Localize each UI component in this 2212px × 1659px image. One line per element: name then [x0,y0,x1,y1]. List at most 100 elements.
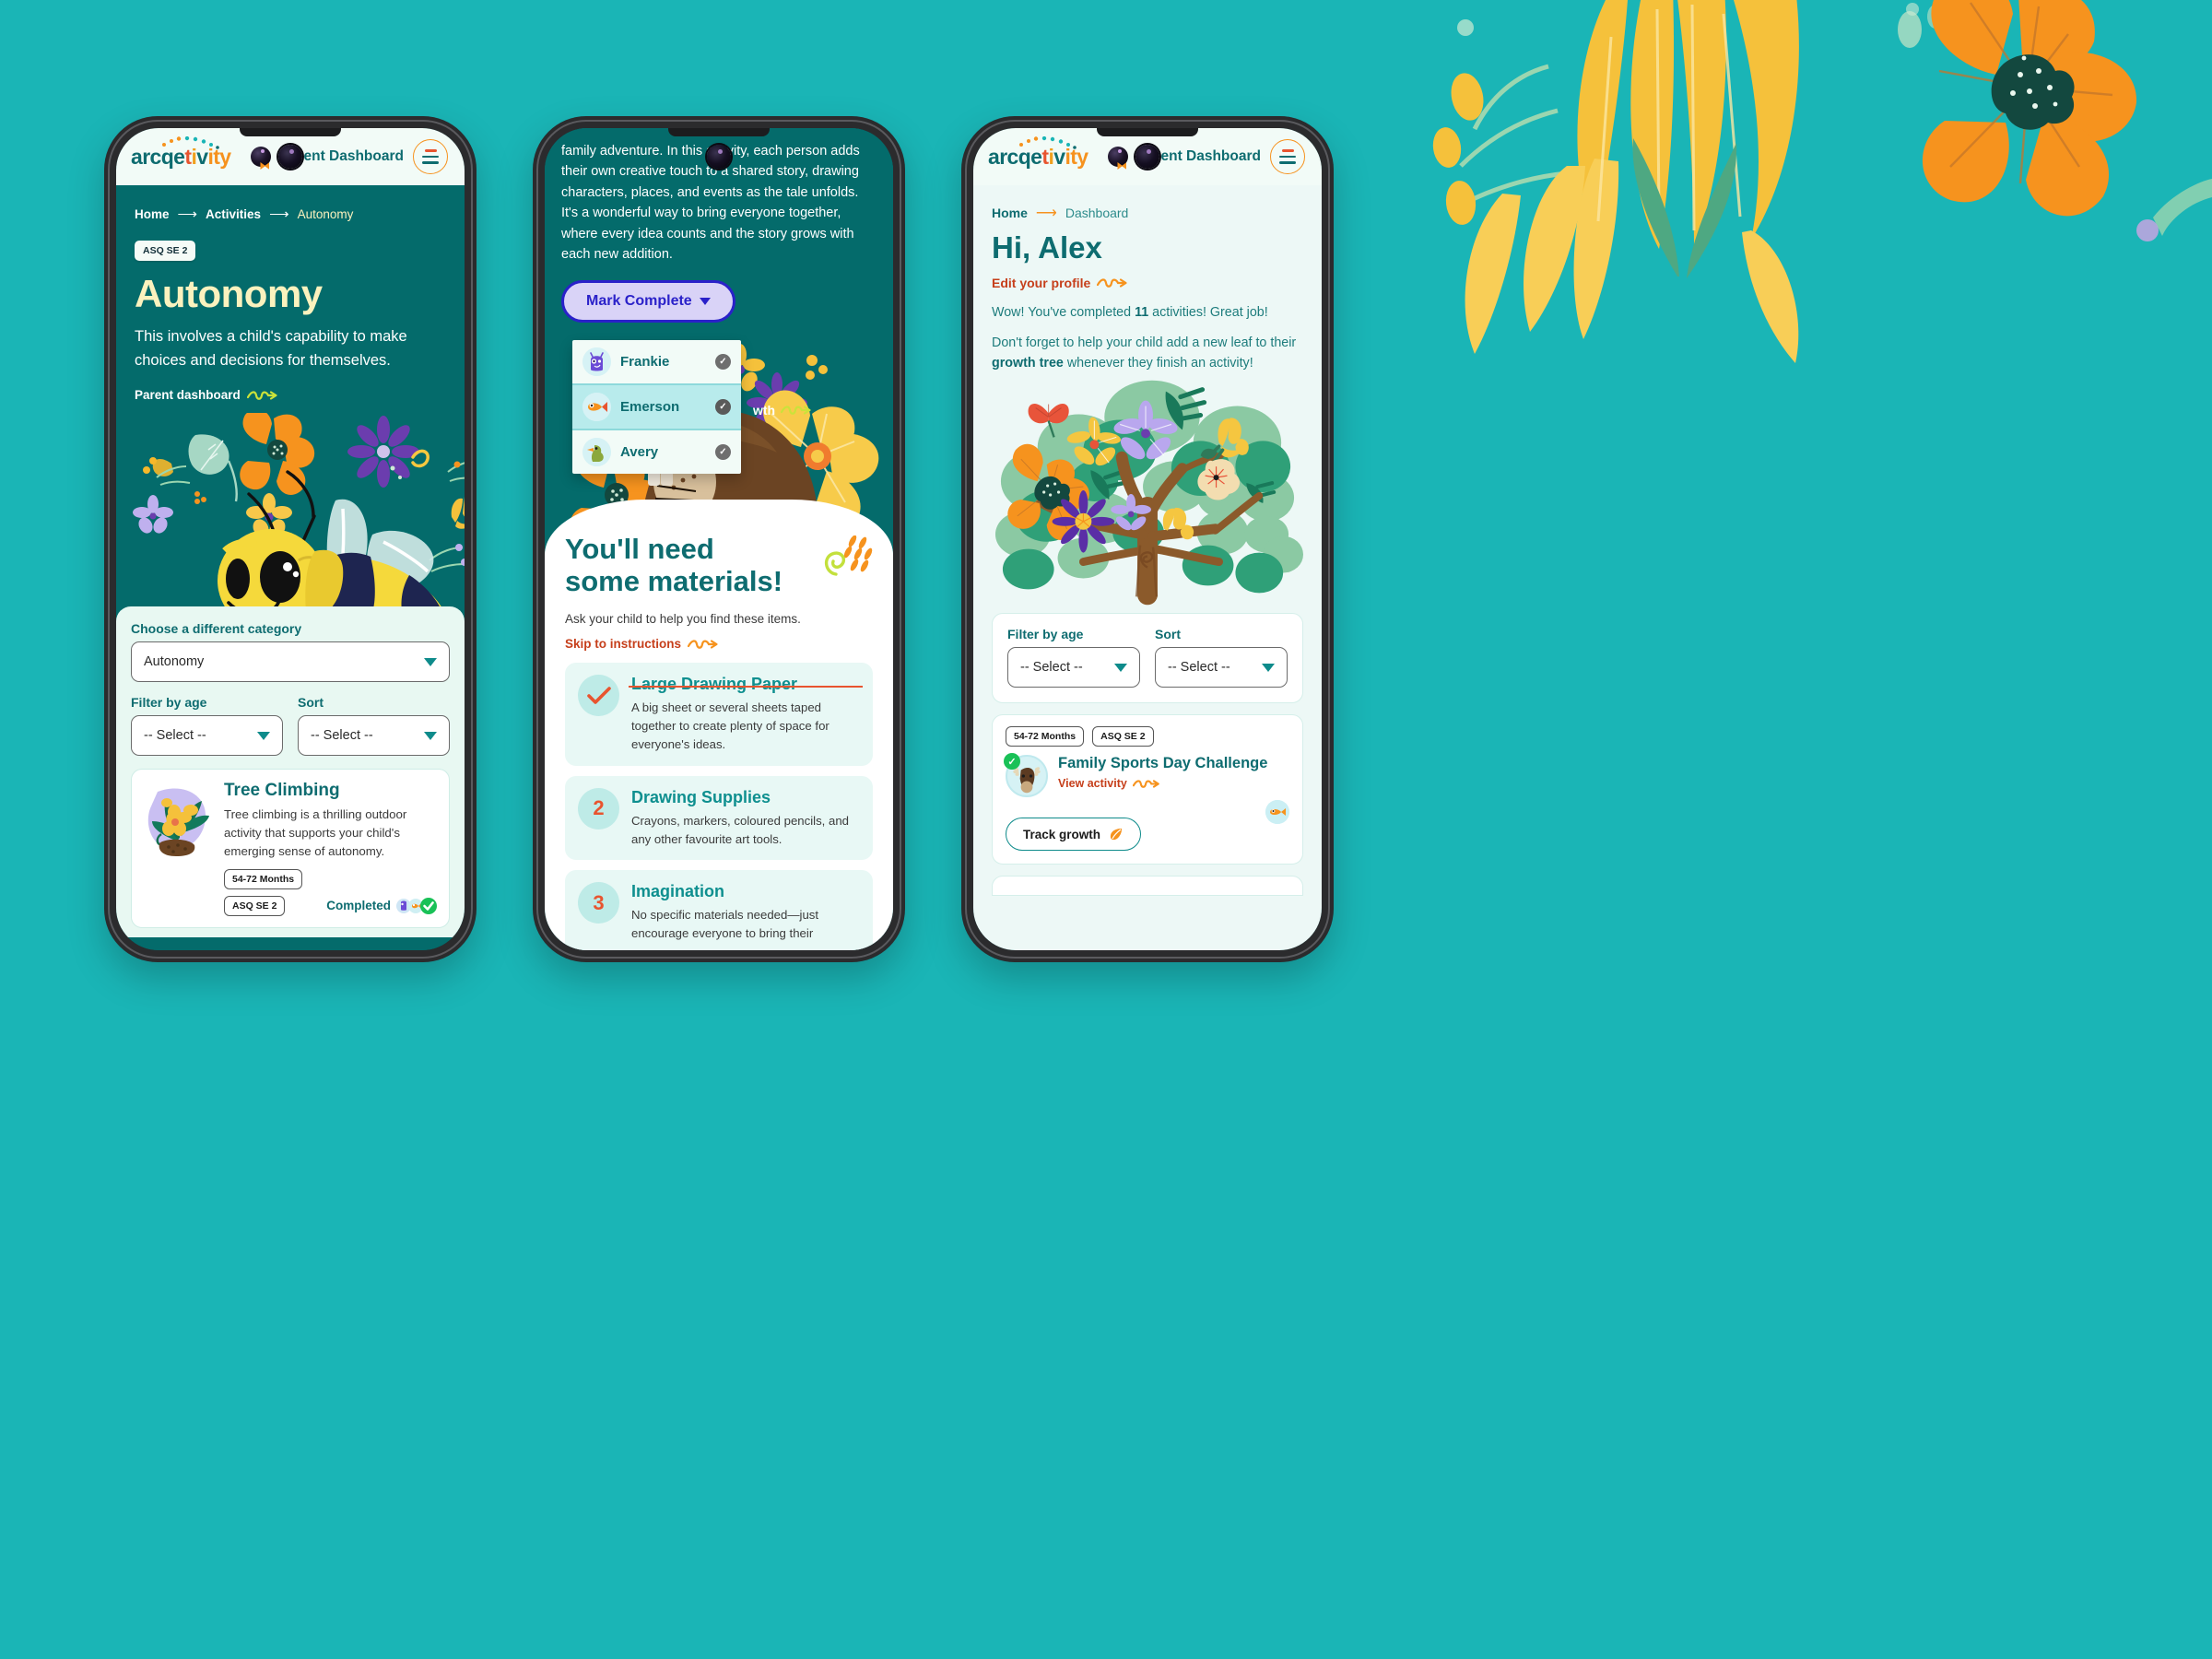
user-avatar-icon[interactable] [1108,147,1129,170]
chevron-down-icon [424,657,437,666]
material-number: 3 [578,882,619,924]
material-number: 2 [578,787,619,830]
category-select[interactable]: Autonomy [131,641,450,683]
leaf-icon [1110,829,1123,841]
purple-monster-avatar [582,347,611,376]
phone-device-3: arcqetivity Parent Dashboard Home ⟶ Dash… [961,116,1334,962]
moose-avatar: ✓ [1004,753,1048,798]
breadcrumb-1: Home ⟶ Activities ⟶ Autonomy [116,185,465,222]
green-duck-avatar [582,438,611,466]
breadcrumb-home[interactable]: Home [992,206,1028,220]
child-option-frankie[interactable]: Frankie ✓ [572,340,741,385]
front-camera [707,145,731,169]
material-description: Crayons, markers, coloured pencils, and … [631,813,850,846]
material-title: Imagination [631,882,725,901]
child-name: Emerson [620,399,680,415]
squiggle-arrow-icon [246,391,277,400]
chevron-down-icon [257,731,270,740]
user-avatar-icon[interactable] [251,147,272,170]
breadcrumb-arrow-icon: ⟶ [1035,206,1057,221]
phone-device-1: arcqetivity Parent Dashboard Home ⟶ Acti… [104,116,477,962]
phone2-body: family adventure. In this activity, each… [545,128,893,950]
app-logo[interactable]: arcqetivity [131,135,231,169]
material-description: No specific materials needed—just encour… [631,908,819,941]
material-title: Drawing Supplies [631,787,771,806]
age-filter-select[interactable]: -- Select -- [1007,647,1140,688]
hamburger-menu-icon[interactable] [1270,139,1305,174]
edit-profile-link[interactable]: Edit your profile [992,276,1128,290]
parent-dashboard-link[interactable]: Parent dashboard [135,388,278,402]
partial-growth-link[interactable]: wth [753,403,812,418]
completed-avatars-icon [396,897,437,914]
activity-card-3[interactable]: 54-72 Months ASQ SE 2 ✓ Family Sports Da… [992,714,1303,865]
activity-card[interactable]: Tree Climbing Tree climbing is a thrilli… [131,769,450,928]
activity-age-tag: 54-72 Months [1006,726,1085,747]
material-description: A big sheet or several sheets taped toge… [631,700,830,752]
age-filter-label: Filter by age [1007,627,1084,642]
child-option-emerson[interactable]: Emerson ✓ [572,385,741,430]
check-icon: ✓ [715,399,731,415]
greeting-title: Hi, Alex [992,230,1102,265]
check-icon: ✓ [715,354,731,370]
activity-description: Tree climbing is a thrilling outdoor act… [224,807,407,858]
orange-fish-avatar [582,393,611,421]
age-filter-select[interactable]: -- Select -- [131,715,283,757]
sort-label: Sort [298,695,324,711]
bee-illustration [116,408,465,633]
activity-row: ✓ Family Sports Day Challenge View activ… [1004,753,1289,798]
sort-value: -- Select -- [1168,660,1230,676]
logo-dots-icon [1019,135,1077,149]
age-filter-label: Filter by age [131,695,207,711]
age-filter-value: -- Select -- [1020,660,1083,676]
phone1-screen: arcqetivity Parent Dashboard Home ⟶ Acti… [116,128,465,950]
material-item: 2 Drawing Supplies Crayons, markers, col… [565,775,873,861]
chevron-down-icon [424,731,437,740]
orange-fish-avatar [1265,800,1289,825]
sort-label: Sort [1155,627,1181,642]
breadcrumb-activities[interactable]: Activities [206,207,261,221]
chevron-down-icon [1262,663,1275,672]
front-camera [278,145,302,169]
notch [668,128,770,136]
squiggle-arrow-icon [781,406,811,415]
child-option-avery[interactable]: Avery ✓ [572,430,741,474]
next-activity-card-stub [992,876,1303,897]
view-activity-link[interactable]: View activity [1058,777,1160,790]
sort-select[interactable]: -- Select -- [298,715,450,757]
skip-to-instructions-link[interactable]: Skip to instructions [565,637,719,651]
material-item: 3 Imagination No specific materials need… [565,870,873,950]
activity-title: Tree Climbing [224,781,340,801]
reminder-line: Don't forget to help your child add a ne… [992,335,1297,371]
activity-framework-tag: ASQ SE 2 [1092,726,1154,747]
breadcrumb-arrow-icon: ⟶ [269,206,289,222]
child-select-dropdown[interactable]: Frankie ✓ Emerson ✓ Avery ✓ [572,340,741,474]
activity-age-tag: 54-72 Months [224,868,303,889]
activity-framework-tag: ASQ SE 2 [224,895,286,916]
framework-badge: ASQ SE 2 [135,241,196,261]
child-name: Frankie [620,354,670,370]
front-camera [1135,145,1159,169]
sort-select[interactable]: -- Select -- [1155,647,1288,688]
material-item: Large Drawing Paper A big sheet or sever… [565,663,873,766]
chevron-down-icon [1114,663,1127,672]
filter-panel-3: Filter by age -- Select -- Sort -- Selec… [992,613,1303,704]
app-logo[interactable]: arcqetivity [988,135,1088,168]
sort-value: -- Select -- [311,728,373,744]
breadcrumb-home[interactable]: Home [135,207,170,221]
activity-status: Completed [326,897,438,914]
squiggle-arrow-icon [1132,780,1159,788]
materials-subtitle: Ask your child to help you find these it… [565,612,801,627]
page-title: Autonomy [135,272,323,315]
activity-title: Family Sports Day Challenge [1058,755,1268,772]
breadcrumb-current: Autonomy [297,206,354,221]
squiggle-arrow-icon [1097,278,1127,288]
age-filter-value: -- Select -- [144,728,206,744]
hamburger-menu-icon[interactable] [413,139,448,174]
category-label: Choose a different category [131,621,302,637]
track-growth-button[interactable]: Track growth [1006,818,1142,852]
logo-dots-icon [162,135,219,149]
page-description: This involves a child's capability to ma… [135,328,407,369]
logo-wordmark: arcqetivity [131,144,231,169]
notch [1097,128,1198,136]
material-check-icon [578,675,619,717]
